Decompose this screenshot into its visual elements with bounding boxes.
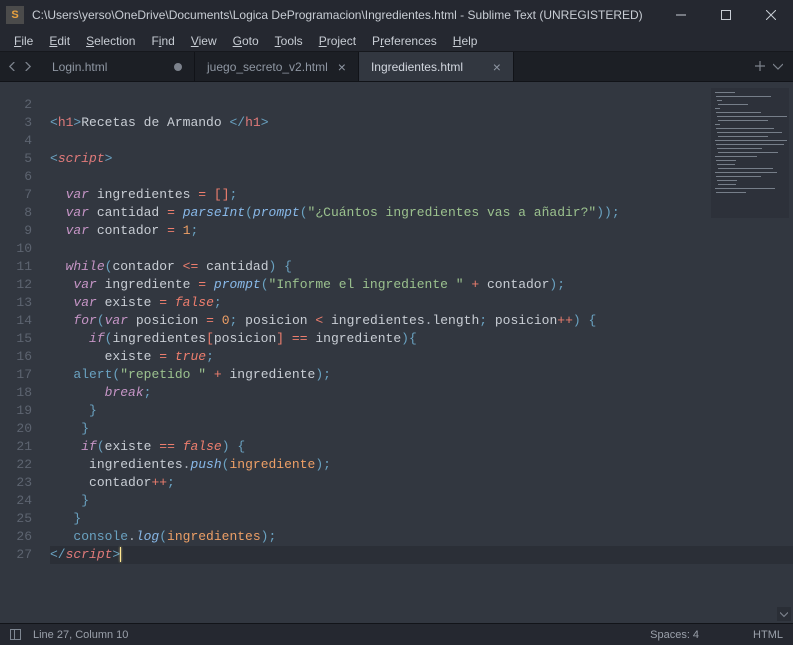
tab-label: juego_secreto_v2.html: [207, 60, 328, 74]
menubar: File Edit Selection Find View Goto Tools…: [0, 30, 793, 52]
maximize-button[interactable]: [703, 0, 748, 30]
scroll-button[interactable]: [777, 607, 791, 621]
editor[interactable]: 2345678910111213141516171819202122232425…: [0, 82, 793, 623]
menu-help[interactable]: Help: [445, 32, 486, 50]
code-area[interactable]: <h1>Recetas de Armando </h1><script> var…: [40, 82, 793, 623]
syntax-setting[interactable]: HTML: [753, 629, 783, 641]
close-icon[interactable]: ×: [493, 60, 501, 74]
statusbar: Line 27, Column 10 Spaces: 4 HTML: [0, 623, 793, 645]
nav-back-icon[interactable]: [8, 60, 17, 74]
tab-label: Ingredientes.html: [371, 60, 463, 74]
close-button[interactable]: [748, 0, 793, 30]
cursor-position: Line 27, Column 10: [33, 629, 128, 641]
nav-forward-icon[interactable]: [23, 60, 32, 74]
menu-project[interactable]: Project: [311, 32, 364, 50]
menu-view[interactable]: View: [183, 32, 225, 50]
tab-bar: Login.html juego_secreto_v2.html × Ingre…: [0, 52, 793, 82]
panel-icon[interactable]: [10, 629, 21, 640]
menu-tools[interactable]: Tools: [267, 32, 311, 50]
menu-goto[interactable]: Goto: [225, 32, 267, 50]
minimize-button[interactable]: [658, 0, 703, 30]
new-tab-icon[interactable]: [755, 60, 765, 74]
tab-ingredientes[interactable]: Ingredientes.html ×: [359, 52, 514, 81]
menu-file[interactable]: File: [6, 32, 41, 50]
tab-label: Login.html: [52, 60, 107, 74]
minimap[interactable]: [711, 88, 789, 218]
close-icon[interactable]: ×: [338, 60, 346, 74]
menu-find[interactable]: Find: [143, 32, 182, 50]
menu-preferences[interactable]: Preferences: [364, 32, 445, 50]
tab-juego[interactable]: juego_secreto_v2.html ×: [195, 52, 359, 81]
line-gutter: 2345678910111213141516171819202122232425…: [0, 82, 40, 623]
app-icon: S: [6, 6, 24, 24]
window-title: C:\Users\yerso\OneDrive\Documents\Logica…: [32, 8, 658, 22]
menu-edit[interactable]: Edit: [41, 32, 78, 50]
dirty-icon: [174, 63, 182, 71]
menu-selection[interactable]: Selection: [78, 32, 143, 50]
tab-login[interactable]: Login.html: [40, 52, 195, 81]
indent-setting[interactable]: Spaces: 4: [650, 629, 699, 641]
tab-dropdown-icon[interactable]: [773, 60, 783, 74]
